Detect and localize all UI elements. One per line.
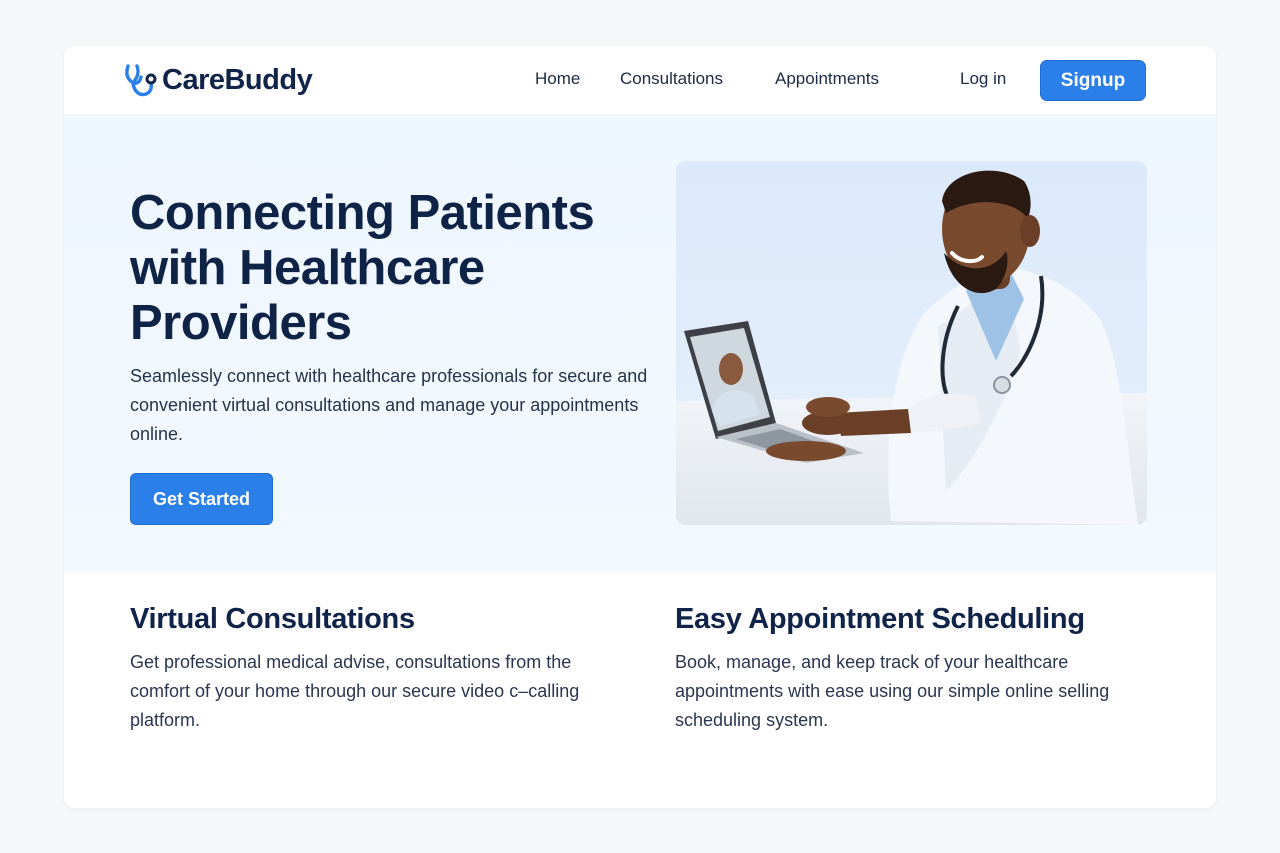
brand-name: CareBuddy [162, 63, 313, 96]
feature-text: Book, manage, and keep track of your hea… [675, 652, 1110, 730]
nav-appointments-link[interactable]: Appointments [775, 69, 879, 89]
brand-logo[interactable]: CareBuddy [124, 62, 313, 98]
hero-subtitle: Seamlessly connect with healthcare profe… [130, 366, 648, 444]
hero-section: Connecting Patients with Healthcare Prov… [64, 114, 1216, 572]
hero-title: Connecting Patients with Healthcare Prov… [130, 186, 595, 350]
nav-home-link[interactable]: Home [535, 69, 580, 89]
feature-text: Get professional medical advise, consult… [130, 652, 580, 730]
feature-title: Easy Appointment Scheduling [675, 603, 1085, 635]
feature-virtual-consultations: Virtual Consultations Get professional m… [130, 602, 610, 735]
doctor-illustration [676, 161, 1147, 525]
hero-doctor-photo [676, 161, 1147, 525]
page-card: CareBuddy Home Consultations Appointment… [64, 46, 1216, 808]
feature-title: Virtual Consultations [130, 603, 415, 635]
signup-button[interactable]: Signup [1040, 60, 1146, 101]
login-link[interactable]: Log in [960, 69, 1006, 89]
site-header: CareBuddy Home Consultations Appointment… [64, 46, 1216, 114]
get-started-button[interactable]: Get Started [130, 473, 273, 525]
feature-appointment-scheduling: Easy Appointment Scheduling Book, manage… [675, 602, 1155, 735]
nav-consultations-link[interactable]: Consultations [620, 69, 723, 89]
stethoscope-icon [125, 64, 157, 97]
